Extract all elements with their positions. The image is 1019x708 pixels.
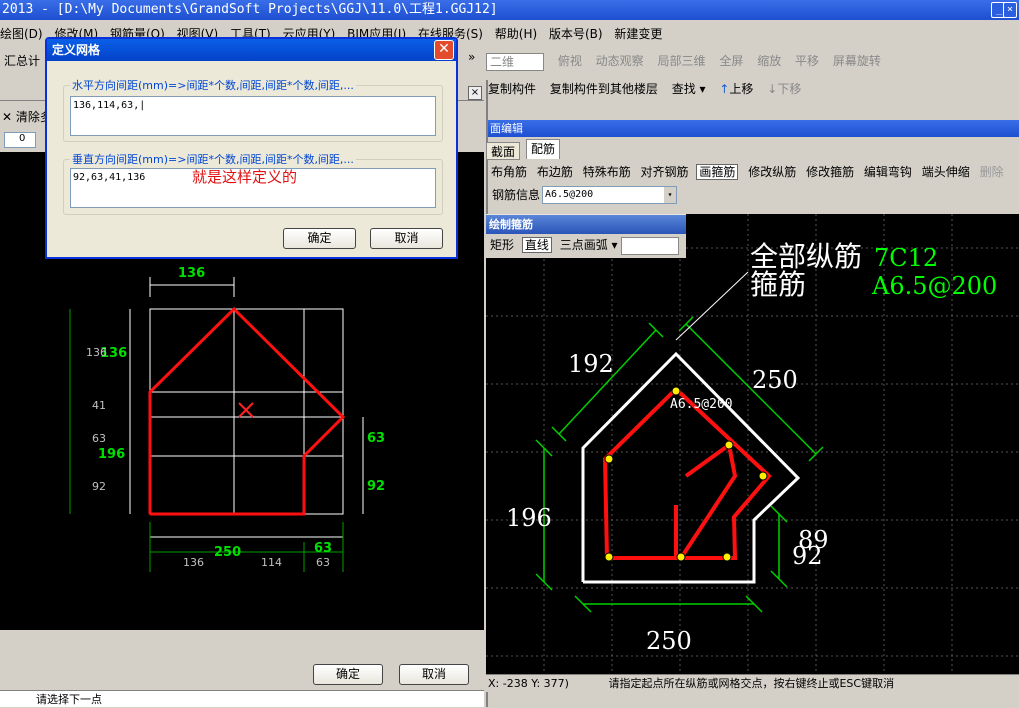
- window-title-bar: 2013 - [D:\My Documents\GrandSoft Projec…: [0, 0, 1019, 20]
- dim-196: 196: [506, 504, 552, 532]
- tab-rebar[interactable]: 配筋: [526, 139, 561, 159]
- edit-hook-button[interactable]: 编辑弯钩: [864, 165, 912, 179]
- chevron-down-icon: ▾: [664, 187, 676, 203]
- cell-bottom-2: 114: [261, 556, 282, 569]
- three-point-arc-tool[interactable]: 三点画弧: [560, 238, 608, 252]
- edge-rebar-button[interactable]: 布边筋: [537, 165, 573, 179]
- menu-item-help[interactable]: 帮助(H): [495, 27, 537, 41]
- cell-left-3: 63: [92, 432, 106, 445]
- view-mode-select[interactable]: 二维: [486, 52, 544, 71]
- dim-bottom: 250: [214, 545, 241, 560]
- right-drawing-canvas[interactable]: 全部纵筋 箍筋 7C12 A6.5@200 192 250 196 250 89…: [486, 214, 1019, 674]
- rebar-tools: 布角筋 布边筋 特殊布筋 对齐钢筋 画箍筋 修改纵筋 修改箍筋 编辑弯钩 端头伸…: [486, 162, 1019, 182]
- draw-stirrup-tools: 矩形 直线 三点画弧 ▾: [486, 234, 686, 256]
- toolbar-overflow-icon[interactable]: »: [468, 50, 475, 64]
- copy-component-button[interactable]: 复制构件: [488, 82, 536, 96]
- section-drawing: 全部纵筋 箍筋 7C12 A6.5@200 192 250 196 250 89…: [486, 214, 1019, 674]
- special-rebar-button[interactable]: 特殊布筋: [583, 165, 631, 179]
- dialog-cancel-button[interactable]: 取消: [370, 228, 443, 249]
- menu-item-version[interactable]: 版本号(B): [549, 27, 603, 41]
- left-status: 请选择下一点: [0, 690, 484, 707]
- find-button[interactable]: 查找: [672, 82, 696, 96]
- label-stirrup: 箍筋: [750, 268, 806, 301]
- move-down-button[interactable]: 下移: [777, 82, 801, 96]
- dialog-title-bar: 定义网格 ✕: [47, 39, 456, 61]
- dim-right-2: 92: [367, 479, 385, 494]
- annotation-text: 就是这样定义的: [192, 168, 298, 186]
- horizontal-group: 水平方向间距(mm)=>间距*个数,间距,间距*个数,间距,... 136,11…: [63, 77, 443, 142]
- copy-to-floor-button[interactable]: 复制构件到其他楼层: [550, 82, 658, 96]
- rebar-info-select[interactable]: A6.5@200 ▾: [542, 186, 677, 204]
- cell-bottom-1: 136: [183, 556, 204, 569]
- close-window-icon[interactable]: ×: [1003, 2, 1017, 18]
- delete-button[interactable]: 删除: [980, 165, 1004, 179]
- orbit-button[interactable]: 动态观察: [596, 54, 644, 68]
- zoom-button[interactable]: 缩放: [757, 54, 781, 68]
- move-up-button[interactable]: 上移: [729, 82, 753, 96]
- rebar-info-label: 钢筋信息: [492, 188, 541, 202]
- cell-left-2: 41: [92, 399, 106, 412]
- view-toolbar: 二维 俯视 动态观察 局部三维 全屏 缩放 平移 屏幕旋转: [486, 50, 1019, 72]
- vertical-label: 垂直方向间距(mm)=>间距*个数,间距,间距*个数,间距,...: [70, 151, 356, 167]
- section-edit-title: 面编辑: [488, 120, 1019, 137]
- window-title: 2013 - [D:\My Documents\GrandSoft Projec…: [2, 2, 498, 17]
- horizontal-spacing-input[interactable]: 136,114,63,|: [70, 96, 436, 136]
- modify-long-rebar-button[interactable]: 修改纵筋: [748, 165, 796, 179]
- end-stretch-button[interactable]: 端头伸缩: [922, 165, 970, 179]
- cell-left-1: 136: [86, 346, 107, 359]
- center-cross-icon: [238, 402, 254, 418]
- fullscreen-button[interactable]: 全屏: [719, 54, 743, 68]
- define-grid-dialog: 定义网格 ✕ 水平方向间距(mm)=>间距*个数,间距,间距*个数,间距,...…: [45, 37, 458, 259]
- line-tool[interactable]: 直线: [521, 237, 552, 253]
- right-status-bar: X: -238 Y: 377) 请指定起点所在纵筋或网格交点，按右键终止或ESC…: [486, 674, 1019, 692]
- pan-button[interactable]: 平移: [795, 54, 819, 68]
- dim-92: 92: [792, 542, 823, 570]
- dim-bottom-right: 63: [314, 541, 332, 556]
- align-rebar-button[interactable]: 对齐钢筋: [641, 165, 689, 179]
- corner-rebar-button[interactable]: 布角筋: [491, 165, 527, 179]
- rotate-screen-button[interactable]: 屏幕旋转: [833, 54, 881, 68]
- local-3d-button[interactable]: 局部三维: [658, 54, 706, 68]
- rectangle-tool[interactable]: 矩形: [490, 238, 514, 252]
- arc-option-select[interactable]: [621, 236, 680, 255]
- dialog-close-icon[interactable]: ✕: [434, 40, 454, 60]
- dim-250-bottom: 250: [646, 627, 692, 655]
- status-prompt: 请指定起点所在纵筋或网格交点，按右键终止或ESC键取消: [608, 677, 895, 690]
- dim-192: 192: [568, 350, 614, 378]
- value-stirrup: A6.5@200: [871, 272, 997, 300]
- left-ok-button[interactable]: 确定: [313, 664, 383, 685]
- stirrup-tag: A6.5@200: [670, 397, 733, 412]
- spin-input[interactable]: 0: [4, 132, 36, 148]
- modify-stirrup-button[interactable]: 修改箍筋: [806, 165, 854, 179]
- horizontal-label: 水平方向间距(mm)=>间距*个数,间距,间距*个数,间距,...: [70, 77, 356, 93]
- close-panel-icon[interactable]: ×: [468, 86, 482, 100]
- draw-stirrup-panel-title: 绘制箍筋: [486, 215, 686, 234]
- left-cancel-button[interactable]: 取消: [399, 664, 469, 685]
- cell-bottom-3: 63: [316, 556, 330, 569]
- coordinates: X: -238 Y: 377): [488, 677, 569, 690]
- dim-top: 136: [178, 266, 205, 281]
- dim-250-top: 250: [752, 366, 798, 394]
- menu-item-draw[interactable]: 绘图(D): [0, 27, 43, 41]
- value-long-rebar: 7C12: [874, 244, 938, 272]
- cell-left-4: 92: [92, 480, 106, 493]
- menu-item-new-change[interactable]: 新建变更: [614, 27, 662, 41]
- summary-button[interactable]: 汇总计: [4, 52, 40, 69]
- draw-stirrup-button[interactable]: 画箍筋: [696, 164, 739, 180]
- dialog-ok-button[interactable]: 确定: [283, 228, 356, 249]
- top-view-button[interactable]: 俯视: [558, 54, 582, 68]
- tab-section[interactable]: 截面: [486, 142, 521, 160]
- dim-left-2: 196: [98, 447, 125, 462]
- component-toolbar: 复制构件 复制构件到其他楼层 查找 ▾ ↑上移 ↓下移: [488, 82, 802, 96]
- dim-right-1: 63: [367, 431, 385, 446]
- dialog-title: 定义网格: [52, 43, 101, 57]
